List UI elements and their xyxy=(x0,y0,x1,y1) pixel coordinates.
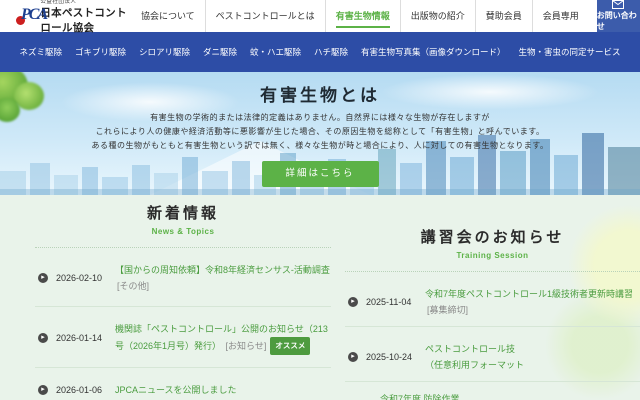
training-row[interactable]: ▸ 2025-10-24 ペストコントロール技 （任意利用フォーマット xyxy=(345,327,640,382)
news-subtitle: News & Topics xyxy=(151,227,215,236)
nav-item-publications[interactable]: 出版物の紹介 xyxy=(399,0,475,32)
training-link[interactable]: 令和7年度 防除作業 xyxy=(380,394,460,400)
logo-letters: PCA xyxy=(21,6,48,23)
hero-description-line: これらにより人の健康や経済活動等に悪影響が生じた場合、その原因生物を総称として「… xyxy=(95,127,545,136)
arrow-circle-icon: ▸ xyxy=(38,333,48,343)
pest-nav-cockroach[interactable]: ゴキブリ駆除 xyxy=(75,46,126,58)
news-title: 新着情報 xyxy=(146,205,219,222)
training-row[interactable]: ▸ 2025-11-04 令和7年度ペストコントロール1級技術者更新時講習 [募集… xyxy=(345,272,640,327)
logo-text: 公益社団法人 日本ペストコントロール協会 xyxy=(40,0,131,35)
news-body: 機関誌「ペストコントロール」公開のお知らせ（213号（2026年1月号）発行） … xyxy=(115,321,331,355)
training-link[interactable]: 令和7年度ペストコントロール1級技術者更新時講習 xyxy=(425,289,633,299)
contact-button-label: お問い合わせ xyxy=(596,11,637,31)
news-tag: [その他] xyxy=(117,281,150,291)
news-row[interactable]: ▸ 2026-01-14 機関誌「ペストコントロール」公開のお知らせ（213号（… xyxy=(35,307,331,368)
pest-nav-identification-service[interactable]: 生物・害虫の同定サービス xyxy=(519,46,621,58)
news-date: 2026-01-14 xyxy=(56,333,103,343)
arrow-circle-icon: ▸ xyxy=(348,297,358,307)
news-body: JPCAニュースを公開しました xyxy=(115,382,331,398)
news-tag: [お知らせ] xyxy=(225,341,267,351)
training-title: 講習会のお知らせ xyxy=(420,229,565,246)
hero-detail-button[interactable]: 詳細はこちら xyxy=(261,161,379,187)
training-subtitle: Training Session xyxy=(456,251,529,260)
news-section: 新着情報 News & Topics ▸ 2026-02-10 【国からの周知依… xyxy=(35,195,331,400)
hero-content: 有害生物とは 有害生物の学術的または法律的定義はありません。自然界には様々な生物… xyxy=(0,81,640,187)
arrow-circle-icon: ▸ xyxy=(38,273,48,283)
news-date: 2026-02-10 xyxy=(56,273,103,283)
pest-nav-rodent[interactable]: ネズミ駆除 xyxy=(19,46,62,58)
pest-nav-termite[interactable]: シロアリ駆除 xyxy=(139,46,190,58)
pest-nav: ネズミ駆除 ゴキブリ駆除 シロアリ駆除 ダニ駆除 蚊・ハエ駆除 ハチ駆除 有害生… xyxy=(0,32,640,72)
training-row[interactable]: 令和7年度 防除作業 xyxy=(345,382,640,400)
pest-nav-mosquito-fly[interactable]: 蚊・ハエ駆除 xyxy=(250,46,301,58)
nav-item-about[interactable]: 協会について xyxy=(131,0,205,32)
news-date: 2026-01-06 xyxy=(56,385,103,395)
news-row[interactable]: ▸ 2026-02-10 【国からの周知依頼】令和8年経済センサス-活動調査 [… xyxy=(35,248,331,307)
recommended-badge: オススメ xyxy=(270,337,311,355)
training-section: 講習会のお知らせ Training Session ▸ 2025-11-04 令… xyxy=(345,195,640,400)
news-link[interactable]: JPCAニュースを公開しました xyxy=(115,385,237,395)
top-nav: 協会について ペストコントロールとは 有害生物情報 出版物の紹介 賛助会員 会員… xyxy=(131,0,589,32)
hero-section: 有害生物とは 有害生物の学術的または法律的定義はありません。自然界には様々な生物… xyxy=(0,72,640,195)
page: PCA 公益社団法人 日本ペストコントロール協会 協会について ペストコントロー… xyxy=(0,0,640,400)
nav-item-what-is-pest-control[interactable]: ペストコントロールとは xyxy=(204,0,325,32)
logo-org-name: 日本ペストコントロール協会 xyxy=(40,7,127,34)
logo-mark-icon: PCA xyxy=(16,4,48,28)
pest-nav-mite[interactable]: ダニ駆除 xyxy=(203,46,237,58)
pest-nav-wasp[interactable]: ハチ駆除 xyxy=(314,46,348,58)
main-content: 新着情報 News & Topics ▸ 2026-02-10 【国からの周知依… xyxy=(0,195,640,400)
nav-item-supporting-members[interactable]: 賛助会員 xyxy=(474,0,532,32)
training-link[interactable]: ペストコントロール技 xyxy=(425,344,515,354)
arrow-circle-icon: ▸ xyxy=(348,352,358,362)
training-body: ペストコントロール技 （任意利用フォーマット xyxy=(425,341,640,373)
nav-item-members-only[interactable]: 会員専用 xyxy=(531,0,589,32)
pest-nav-photo-collection[interactable]: 有害生物写真集（画像ダウンロード） xyxy=(361,46,506,58)
training-body: 令和7年度ペストコントロール1級技術者更新時講習 [募集締切] xyxy=(425,286,640,318)
site-header: PCA 公益社団法人 日本ペストコントロール協会 協会について ペストコントロー… xyxy=(0,0,640,35)
training-link-line2: （任意利用フォーマット xyxy=(425,360,525,370)
arrow-circle-icon: ▸ xyxy=(38,385,48,395)
site-logo[interactable]: PCA 公益社団法人 日本ペストコントロール協会 xyxy=(16,0,131,35)
hero-description-line: ある種の生物がもともと有害生物という訳では無く、様々な生物が時と場合により、人に… xyxy=(91,141,549,150)
contact-button[interactable]: お問い合わせ xyxy=(596,0,640,32)
hero-title: 有害生物とは xyxy=(260,86,380,105)
nav-item-pest-info[interactable]: 有害生物情報 xyxy=(324,0,400,32)
news-row[interactable]: ▸ 2026-01-06 JPCAニュースを公開しました xyxy=(35,368,331,400)
training-date: 2025-10-24 xyxy=(366,352,413,362)
envelope-icon xyxy=(612,0,625,9)
news-link[interactable]: 【国からの周知依頼】令和8年経済センサス-活動調査 xyxy=(115,265,330,275)
training-date: 2025-11-04 xyxy=(366,297,412,307)
hero-description-line: 有害生物の学術的または法律的定義はありません。自然界には様々な生物が存在しますが xyxy=(150,113,490,122)
hero-description: 有害生物の学術的または法律的定義はありません。自然界には様々な生物が存在しますが… xyxy=(0,111,640,153)
news-body: 【国からの周知依頼】令和8年経済センサス-活動調査 [その他] xyxy=(115,262,331,294)
training-tag: [募集締切] xyxy=(427,305,469,315)
